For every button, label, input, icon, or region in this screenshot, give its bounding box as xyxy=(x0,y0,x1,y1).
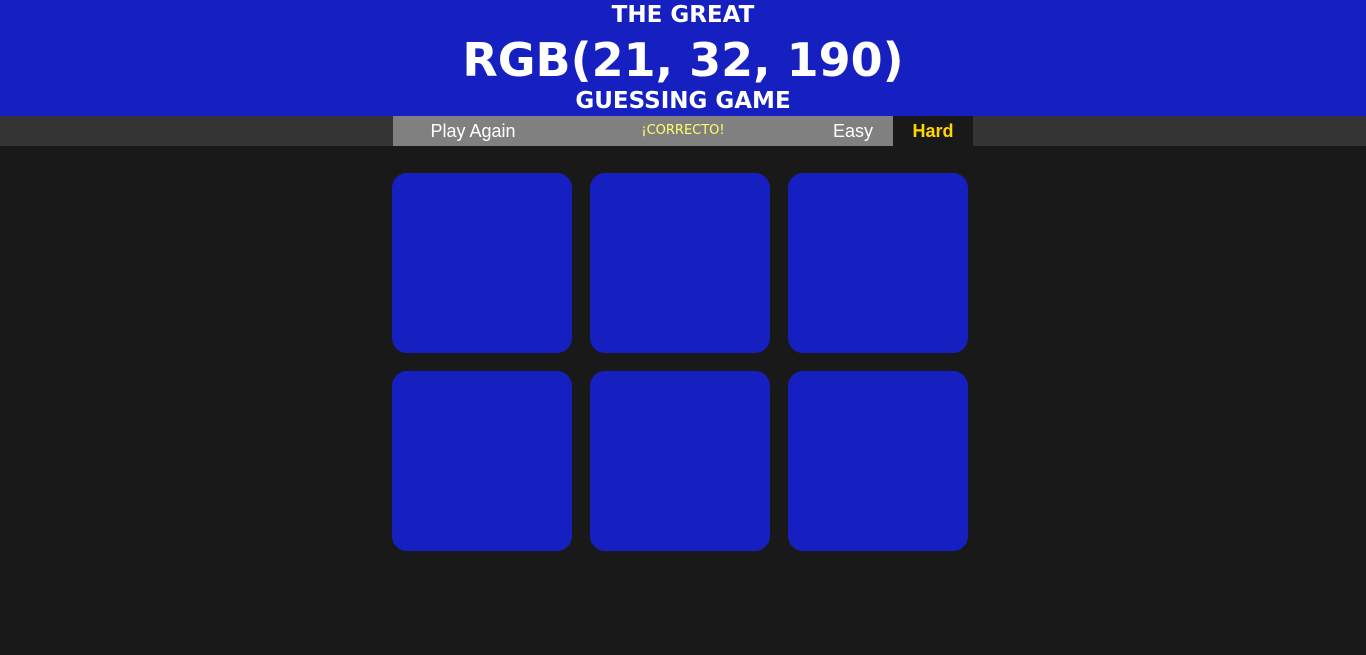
color-square-6[interactable] xyxy=(788,371,968,551)
toolbar: Play Again ¡CORRECTO! Easy Hard xyxy=(393,116,973,146)
color-square-2[interactable] xyxy=(590,173,770,353)
rgb-display: RGB(21, 32, 190) xyxy=(462,33,904,87)
color-square-4[interactable] xyxy=(392,371,572,551)
title-bottom: GUESSING GAME xyxy=(575,88,791,114)
hard-mode-button[interactable]: Hard xyxy=(893,116,973,146)
toolbar-stripe: Play Again ¡CORRECTO! Easy Hard xyxy=(0,116,1366,146)
title-top: THE GREAT xyxy=(611,2,755,28)
play-again-button[interactable]: Play Again xyxy=(393,116,553,146)
status-message: ¡CORRECTO! xyxy=(641,123,725,138)
color-square-3[interactable] xyxy=(788,173,968,353)
color-square-5[interactable] xyxy=(590,371,770,551)
color-square-1[interactable] xyxy=(392,173,572,353)
header-banner: THE GREAT RGB(21, 32, 190) GUESSING GAME xyxy=(0,0,1366,116)
easy-mode-button[interactable]: Easy xyxy=(813,116,893,146)
